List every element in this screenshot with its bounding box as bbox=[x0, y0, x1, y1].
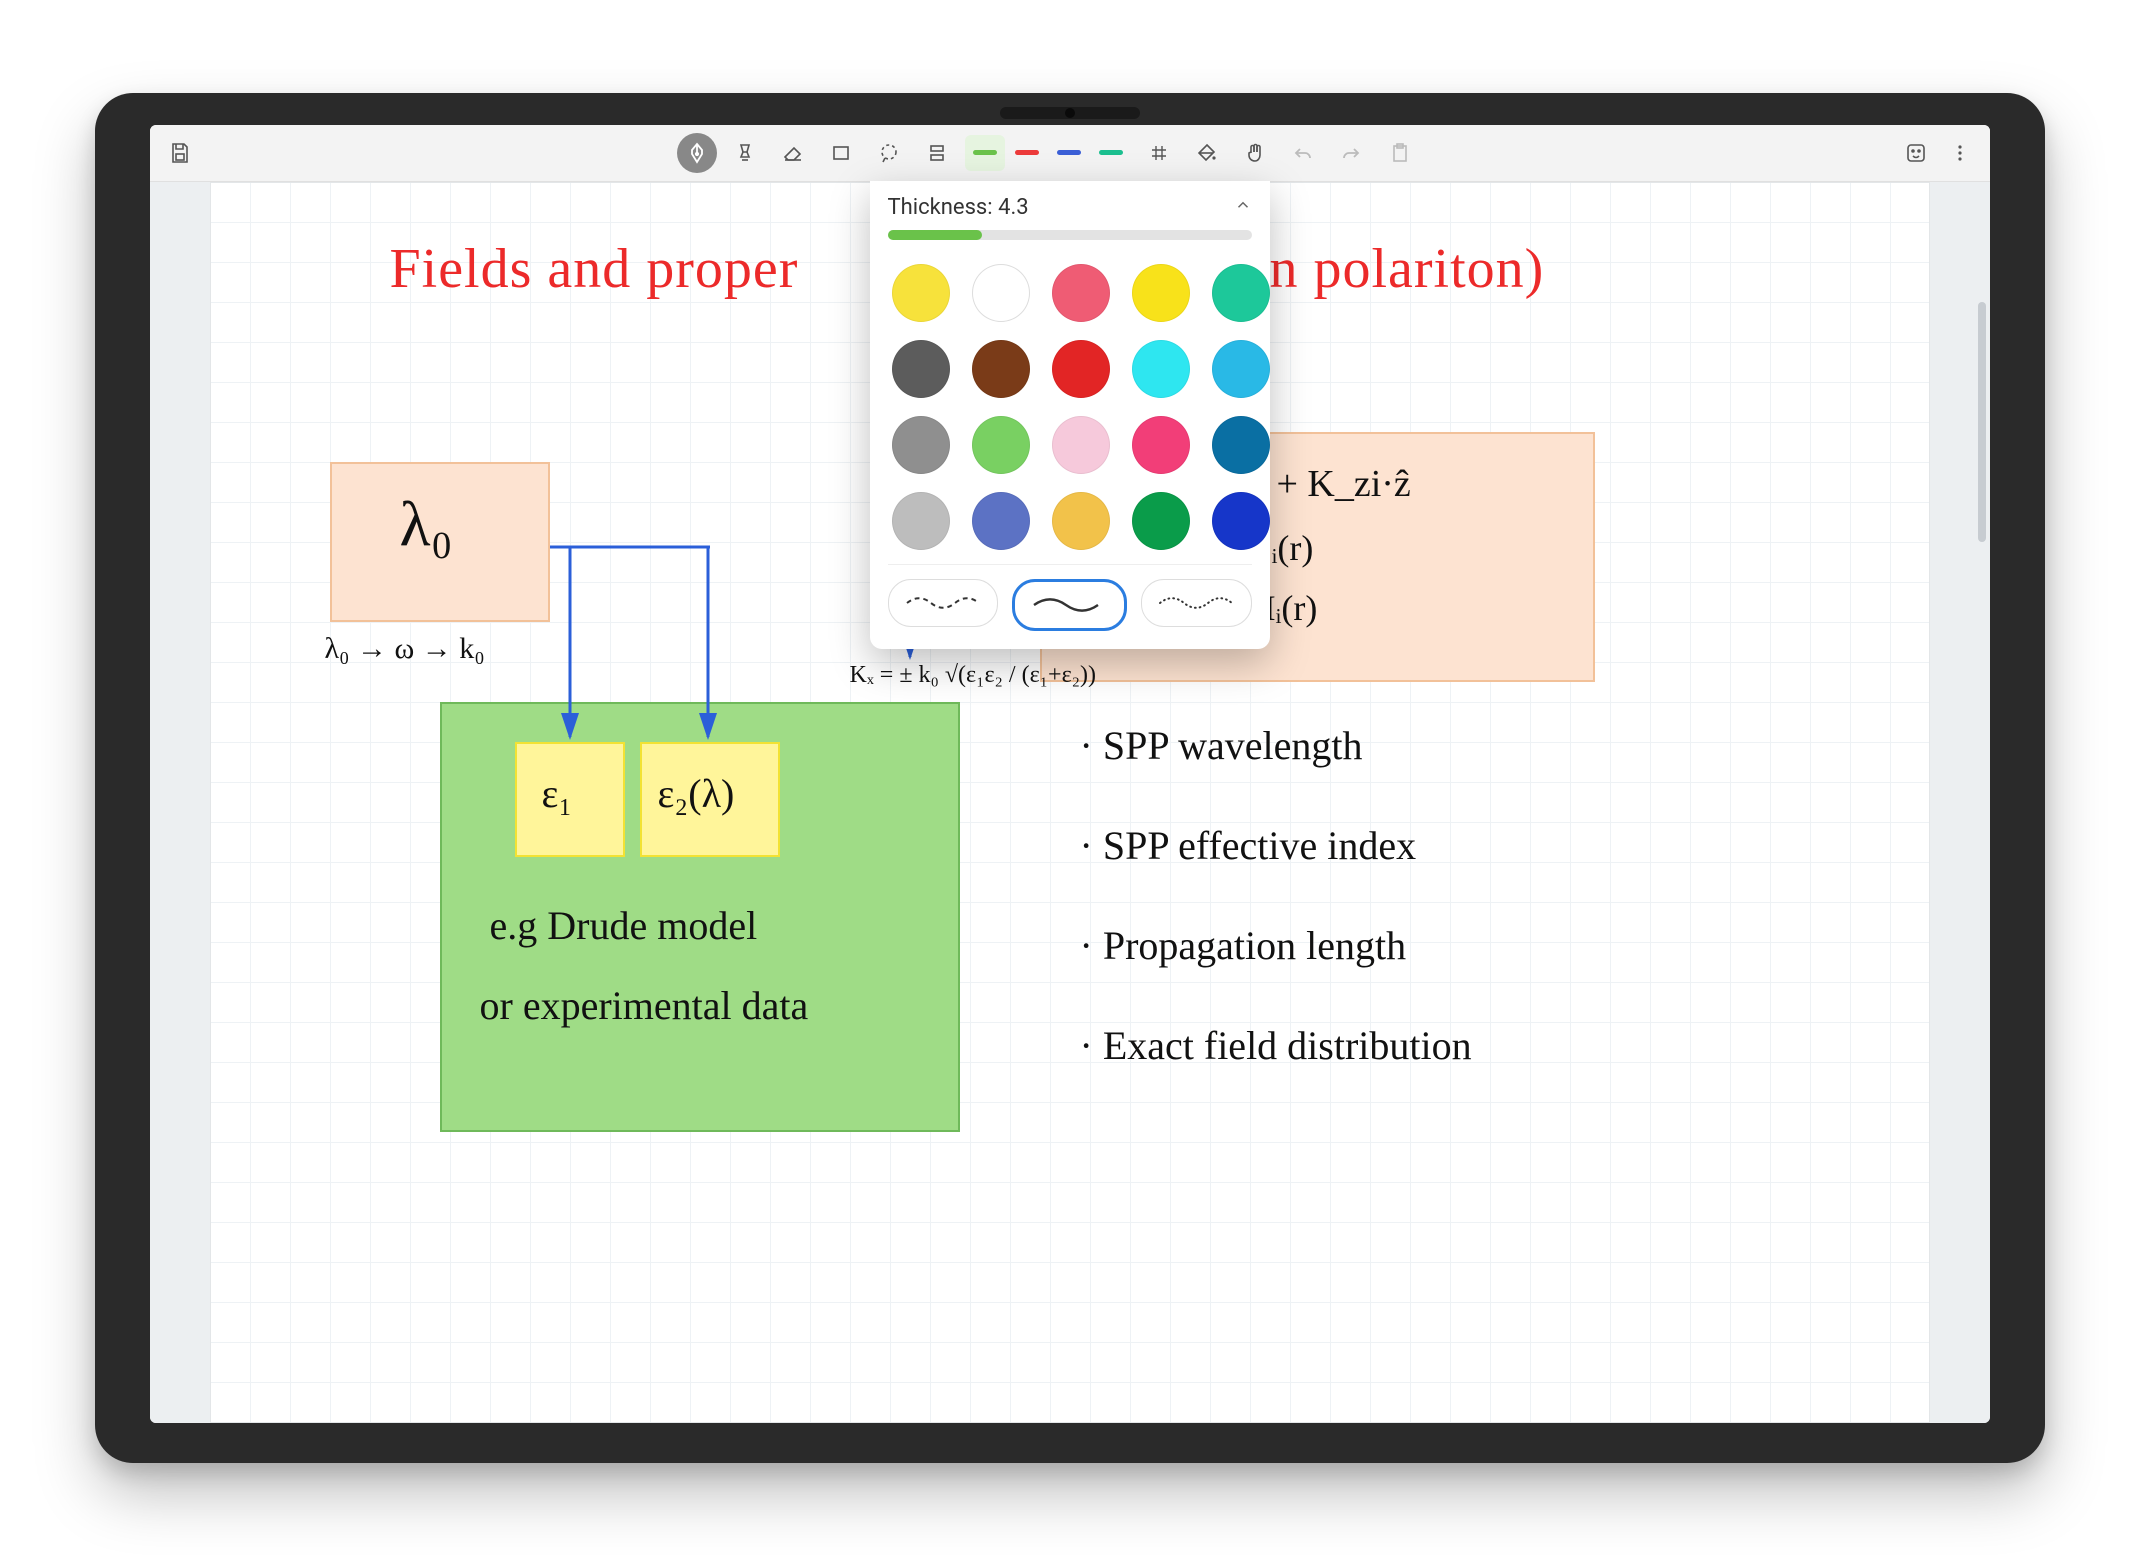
note-eps1: ε₁ bbox=[542, 770, 573, 817]
redo-icon[interactable] bbox=[1331, 133, 1371, 173]
chevron-up-icon[interactable] bbox=[1234, 195, 1252, 220]
align-tool-icon[interactable] bbox=[917, 133, 957, 173]
color-swatch-5[interactable] bbox=[892, 340, 950, 398]
color-swatch-8[interactable] bbox=[1132, 340, 1190, 398]
thickness-slider[interactable] bbox=[888, 230, 1252, 240]
note-kx-formula: Kₓ = ± k₀ √(ε₁ε₂ / (ε₁+ε₂)) bbox=[850, 662, 1097, 689]
grid-icon[interactable] bbox=[1139, 133, 1179, 173]
pen-tool-icon[interactable] bbox=[677, 133, 717, 173]
note-title-left: Fields and proper bbox=[390, 237, 799, 301]
note-lambda0: λ₀ bbox=[400, 487, 453, 561]
color-swatch-1[interactable] bbox=[972, 264, 1030, 322]
tablet-frame: Fields and proper face plasmon polariton… bbox=[95, 93, 2045, 1463]
color-swatch-17[interactable] bbox=[1052, 492, 1110, 550]
color-swatch-9[interactable] bbox=[1212, 340, 1270, 398]
color-swatch-15[interactable] bbox=[892, 492, 950, 550]
color-swatch-10[interactable] bbox=[892, 416, 950, 474]
color-swatch-grid bbox=[888, 260, 1252, 565]
stroke-style-solid[interactable] bbox=[1012, 579, 1127, 631]
bullet-item: · SPP effective index bbox=[1080, 822, 1417, 869]
color-swatch-19[interactable] bbox=[1212, 492, 1270, 550]
color-swatch-13[interactable] bbox=[1132, 416, 1190, 474]
stroke-style-dashed[interactable] bbox=[888, 579, 999, 627]
pen-color-chip-3[interactable] bbox=[1091, 135, 1131, 171]
color-swatch-16[interactable] bbox=[972, 492, 1030, 550]
undo-icon[interactable] bbox=[1283, 133, 1323, 173]
popup-header[interactable]: Thickness: 4.3 bbox=[888, 195, 1252, 220]
lasso-tool-icon[interactable] bbox=[869, 133, 909, 173]
note-lambda-chain: λ₀ → ω → k₀ bbox=[325, 632, 485, 666]
color-swatch-6[interactable] bbox=[972, 340, 1030, 398]
bullet-item: · Exact field distribution bbox=[1080, 1022, 1472, 1069]
color-swatch-0[interactable] bbox=[892, 264, 950, 322]
color-swatch-12[interactable] bbox=[1052, 416, 1110, 474]
menu-icon[interactable] bbox=[1940, 133, 1980, 173]
thickness-popup: Thickness: 4.3 bbox=[870, 181, 1270, 649]
paste-icon[interactable] bbox=[1379, 133, 1419, 173]
color-swatch-14[interactable] bbox=[1212, 416, 1270, 474]
color-swatch-18[interactable] bbox=[1132, 492, 1190, 550]
camera-notch bbox=[1000, 107, 1140, 119]
color-swatch-2[interactable] bbox=[1052, 264, 1110, 322]
pen-color-chip-2[interactable] bbox=[1049, 135, 1089, 171]
color-swatch-11[interactable] bbox=[972, 416, 1030, 474]
toolbar bbox=[150, 125, 1990, 182]
highlighter-tool-icon[interactable] bbox=[725, 133, 765, 173]
bullet-item: · Propagation length bbox=[1080, 922, 1407, 969]
save-icon[interactable] bbox=[160, 133, 200, 173]
app-screen: Fields and proper face plasmon polariton… bbox=[150, 125, 1990, 1423]
bullet-item: · SPP wavelength bbox=[1080, 722, 1363, 769]
color-swatch-7[interactable] bbox=[1052, 340, 1110, 398]
hand-tool-icon[interactable] bbox=[1235, 133, 1275, 173]
note-eps2: ε₂(λ) bbox=[658, 770, 735, 817]
pen-color-chip-1[interactable] bbox=[1007, 135, 1047, 171]
thickness-label: Thickness: bbox=[888, 195, 999, 220]
eraser-tool-icon[interactable] bbox=[773, 133, 813, 173]
note-drude1: e.g Drude model bbox=[490, 902, 758, 949]
fill-icon[interactable] bbox=[1187, 133, 1227, 173]
color-swatch-3[interactable] bbox=[1132, 264, 1190, 322]
pen-color-chip-0[interactable] bbox=[965, 135, 1005, 171]
shape-tool-icon[interactable] bbox=[821, 133, 861, 173]
thickness-value: 4.3 bbox=[998, 195, 1029, 220]
stroke-style-dotted[interactable] bbox=[1141, 579, 1252, 627]
note-drude2: or experimental data bbox=[480, 982, 809, 1029]
sticker-icon[interactable] bbox=[1896, 133, 1936, 173]
color-swatch-4[interactable] bbox=[1212, 264, 1270, 322]
stroke-style-row bbox=[888, 579, 1252, 631]
scrollbar[interactable] bbox=[1978, 302, 1986, 542]
